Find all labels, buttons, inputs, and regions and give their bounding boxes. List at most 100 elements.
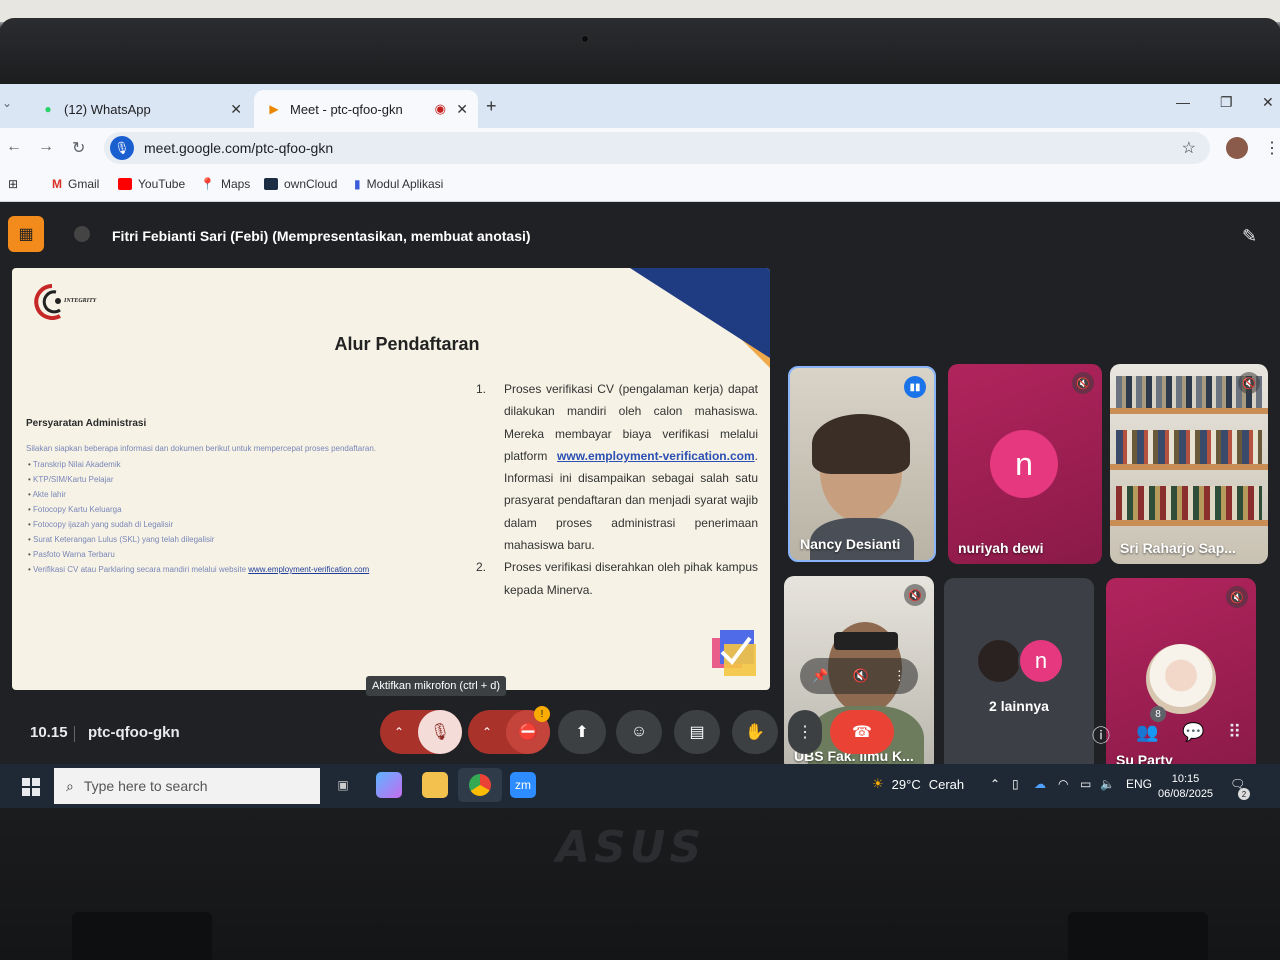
meeting-info-icon[interactable]: ⓘ	[1092, 722, 1110, 748]
weather-widget[interactable]: ☀ 29°C Cerah	[872, 776, 964, 792]
more-options-button[interactable]: ⋮	[788, 710, 822, 754]
bookmark-youtube[interactable]: YouTube	[118, 177, 185, 191]
step-text: Proses verifikasi diserahkan oleh pihak …	[504, 560, 758, 597]
battery-icon[interactable]: ▭	[1080, 777, 1091, 791]
tab-close-icon[interactable]: ✕	[456, 101, 468, 118]
verification-link[interactable]: www.employment-verification.com	[248, 565, 369, 574]
presenter-avatar	[74, 226, 90, 242]
bookmark-gmail[interactable]: M Gmail	[52, 177, 99, 191]
step-text-after: Informasi ini disampaikan sebagai salah …	[504, 471, 758, 553]
close-window-icon[interactable]: ✕	[1262, 94, 1274, 111]
address-bar[interactable]: 🎙 meet.google.com/ptc-qfoo-gkn ☆	[104, 132, 1210, 164]
weather-sun-icon: ☀	[872, 776, 884, 791]
participant-tile[interactable]: ▮▮ Nancy Desianti	[788, 366, 936, 562]
chrome-taskbar-button[interactable]	[458, 768, 502, 802]
profile-avatar[interactable]	[1226, 137, 1248, 159]
activities-grid-icon[interactable]: ⠿	[1228, 722, 1241, 743]
people-icon[interactable]: 👥	[1136, 722, 1158, 743]
tab-close-icon[interactable]: ✕	[230, 101, 242, 118]
more-options-icon[interactable]: ⋮	[893, 668, 906, 684]
annotate-pen-icon[interactable]: ✎	[1242, 226, 1257, 247]
participant-thumb-avatar: n	[1018, 638, 1064, 684]
checkmark-logo-icon	[712, 630, 756, 676]
wifi-icon[interactable]: ◠	[1058, 777, 1068, 791]
laptop-top-bezel	[0, 18, 1280, 86]
leave-call-button[interactable]: ☎	[830, 710, 894, 754]
mic-tooltip: Aktifkan mikrofon (ctrl + d)	[366, 676, 507, 696]
participant-name: Nancy Desianti	[800, 536, 901, 552]
bookmarks-bar: ⊞ M Gmail YouTube 📍 Maps ownCloud ▮ Modu…	[0, 168, 1280, 202]
stop-presenting-icon[interactable]: ▦	[8, 216, 44, 252]
browser-tab-bar: ⌄ ● (12) WhatsApp ✕ ▶ Meet - ptc-qfoo-gk…	[0, 84, 1280, 128]
mic-indicator-icon[interactable]: 🎙	[110, 136, 134, 160]
list-item-verification: Verifikasi CV atau Parklaring secara man…	[28, 565, 369, 580]
people-count-badge: 8	[1150, 706, 1166, 722]
volume-icon[interactable]: 🔈	[1100, 777, 1115, 791]
list-item: Pasfoto Warna Terbaru	[28, 550, 369, 565]
step-number: 2.	[476, 560, 487, 575]
divider	[74, 726, 75, 742]
camera-off-icon: ⛔	[518, 724, 538, 741]
weather-desc: Cerah	[928, 776, 965, 792]
reactions-button[interactable]: ☺	[616, 710, 662, 754]
onedrive-icon[interactable]: ☁	[1034, 777, 1046, 791]
webcam-lens	[582, 36, 588, 42]
forward-icon[interactable]: →	[38, 138, 54, 156]
tray-device-icon[interactable]: ▯	[1012, 777, 1019, 791]
browser-toolbar: ← → ↻ 🎙 meet.google.com/ptc-qfoo-gkn ☆ ⋮	[0, 128, 1280, 168]
minimize-icon[interactable]: —	[1176, 94, 1190, 110]
slide-title: Alur Pendaftaran	[334, 334, 480, 354]
browser-menu-icon[interactable]: ⋮	[1264, 138, 1280, 158]
raise-hand-button[interactable]: ✋	[732, 710, 778, 754]
video-options-chevron-icon[interactable]: ⌃	[482, 725, 492, 739]
tile-hover-controls: 📌 🔇 ⋮	[800, 658, 918, 694]
taskbar-search-box[interactable]: ⌕ Type here to search	[54, 768, 320, 804]
chat-icon[interactable]: 💬	[1182, 722, 1204, 743]
shared-slide: INTEGRITY Alur Pendaftaran Persyaratan A…	[12, 268, 770, 690]
bookshelf-shelf	[1110, 408, 1268, 414]
books-row	[1116, 430, 1262, 464]
participant-tile[interactable]: n 🔇 nuriyah dewi	[948, 364, 1102, 564]
step-number: 1.	[476, 382, 487, 396]
show-hidden-icons[interactable]: ⌃	[990, 777, 1000, 791]
more-vert-icon: ⋮	[797, 724, 813, 741]
present-screen-button[interactable]: ⬆	[558, 710, 606, 754]
task-view-icon[interactable]: ▣	[330, 772, 356, 798]
reload-icon[interactable]: ↻	[72, 138, 85, 158]
copilot-icon[interactable]	[376, 772, 402, 798]
tab-meet[interactable]: ▶ Meet - ptc-qfoo-gkn ◉ ✕	[254, 90, 478, 128]
participant-thumb	[976, 638, 1022, 684]
input-language[interactable]: ENG	[1126, 777, 1152, 791]
bookmark-modul-aplikasi[interactable]: ▮ Modul Aplikasi	[354, 177, 443, 191]
step-1: 1. Proses verifikasi CV (pengalaman kerj…	[476, 378, 758, 556]
participant-tile[interactable]: 🔇 Sri Raharjo Sap...	[1110, 364, 1268, 564]
taskbar-clock[interactable]: 10:15 06/08/2025	[1158, 772, 1213, 802]
requirement-text: Verifikasi CV atau Parklaring secara man…	[33, 565, 247, 574]
restore-icon[interactable]: ❐	[1220, 94, 1233, 111]
bookmark-maps[interactable]: 📍 Maps	[200, 177, 250, 191]
mute-participant-icon[interactable]: 🔇	[852, 668, 868, 684]
new-tab-icon[interactable]: +	[486, 96, 497, 117]
back-icon[interactable]: ←	[6, 138, 22, 156]
audio-options-chevron-icon[interactable]: ⌃	[394, 725, 404, 739]
apps-grid-icon[interactable]: ⊞	[8, 177, 18, 191]
tab-whatsapp[interactable]: ● (12) WhatsApp ✕	[28, 90, 252, 128]
bookmark-star-icon[interactable]: ☆	[1182, 138, 1196, 158]
participant-avatar: n	[990, 430, 1058, 498]
captions-button[interactable]: ▤	[674, 710, 720, 754]
presenter-label: Fitri Febianti Sari (Febi) (Mempresentas…	[112, 228, 531, 244]
step-link[interactable]: www.employment-verification.com	[557, 449, 755, 463]
pin-icon[interactable]: 📌	[812, 668, 828, 684]
zoom-icon[interactable]: zm	[510, 772, 536, 798]
books-row	[1116, 486, 1262, 520]
bookmark-owncloud[interactable]: ownCloud	[264, 177, 337, 191]
steps-list: 1. Proses verifikasi CV (pengalaman kerj…	[476, 378, 758, 601]
tab-search-chevron-icon[interactable]: ⌄	[2, 96, 12, 110]
meet-controls-bar: 10.15 ptc-qfoo-gkn Aktifkan mikrofon (ct…	[0, 676, 1280, 772]
participant-hair	[812, 414, 910, 474]
hang-up-icon: ☎	[852, 724, 872, 741]
unmute-mic-button[interactable]: 🎙	[418, 710, 462, 754]
speaking-indicator-icon: ▮▮	[904, 376, 926, 398]
file-explorer-icon[interactable]	[422, 772, 448, 798]
windows-start-icon[interactable]	[22, 778, 40, 796]
